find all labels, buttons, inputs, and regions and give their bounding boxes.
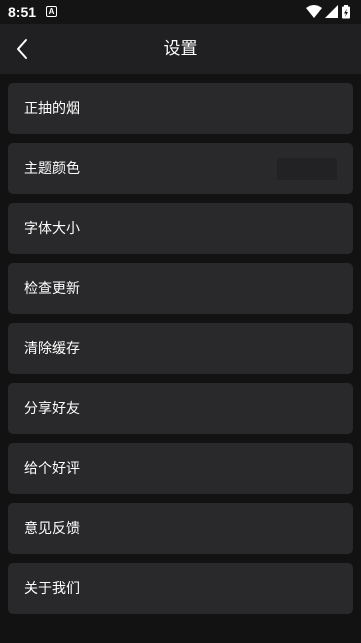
settings-item-feedback[interactable]: 意见反馈: [8, 503, 353, 554]
settings-item-clear-cache[interactable]: 清除缓存: [8, 323, 353, 374]
status-time: 8:51: [8, 4, 37, 20]
theme-color-swatch: [277, 158, 337, 180]
settings-item-about-us[interactable]: 关于我们: [8, 563, 353, 614]
settings-item-rate-app[interactable]: 给个好评: [8, 443, 353, 494]
battery-charging-icon: [342, 5, 350, 19]
settings-item-label: 正抽的烟: [24, 100, 80, 117]
status-icons: [306, 5, 350, 19]
settings-item-label: 给个好评: [24, 460, 80, 477]
settings-item-font-size[interactable]: 字体大小: [8, 203, 353, 254]
settings-item-label: 主题颜色: [24, 160, 80, 177]
settings-item-share-friends[interactable]: 分享好友: [8, 383, 353, 434]
settings-item-check-update[interactable]: 检查更新: [8, 263, 353, 314]
status-bar: 8:51 A: [0, 0, 361, 24]
settings-list: 正抽的烟 主题颜色 字体大小 检查更新 清除缓存 分享好友 给个好评 意见反馈 …: [8, 83, 353, 623]
settings-item-label: 分享好友: [24, 400, 80, 417]
settings-item-label: 清除缓存: [24, 340, 80, 357]
page-title: 设置: [163, 39, 198, 59]
cellular-signal-icon: [325, 5, 338, 18]
settings-item-label: 关于我们: [24, 580, 80, 597]
settings-item-smoking[interactable]: 正抽的烟: [8, 83, 353, 134]
app-bar: 设置: [0, 24, 361, 74]
notification-a-icon: A: [46, 6, 57, 17]
wifi-icon: [306, 5, 322, 18]
settings-item-label: 字体大小: [24, 220, 80, 237]
settings-item-theme-color[interactable]: 主题颜色: [8, 143, 353, 194]
settings-item-label: 意见反馈: [24, 520, 80, 537]
settings-item-label: 检查更新: [24, 280, 80, 297]
